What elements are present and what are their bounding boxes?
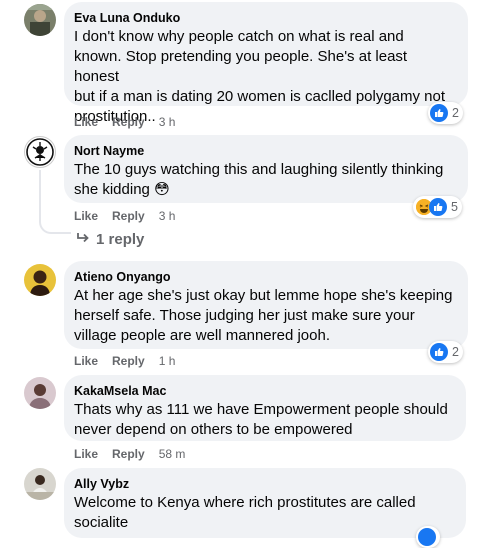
like-button[interactable]: Like bbox=[74, 209, 98, 223]
like-button[interactable]: Like bbox=[74, 115, 98, 129]
avatar[interactable] bbox=[24, 468, 56, 500]
reaction-count: 2 bbox=[452, 345, 459, 359]
like-button[interactable]: Like bbox=[74, 354, 98, 368]
like-icon bbox=[430, 343, 448, 361]
comment-author[interactable]: KakaMsela Mac bbox=[74, 383, 454, 399]
comment-bubble: Ally Vybz Welcome to Kenya where rich pr… bbox=[64, 468, 466, 538]
comment-actions: Like Reply 1 h bbox=[74, 354, 175, 368]
replies-count: 1 reply bbox=[96, 231, 145, 248]
like-icon bbox=[430, 104, 448, 122]
avatar[interactable] bbox=[24, 136, 56, 168]
comment-text: At her age she's just okay but lemme hop… bbox=[74, 287, 453, 344]
comment-bubble: Atieno Onyango At her age she's just oka… bbox=[64, 261, 468, 349]
comment-text: I don't know why people catch on what is… bbox=[74, 28, 446, 125]
like-icon bbox=[429, 198, 447, 216]
reply-arrow-icon bbox=[76, 231, 90, 248]
comment-author[interactable]: Atieno Onyango bbox=[74, 269, 456, 285]
reaction-summary[interactable]: 5 bbox=[413, 196, 462, 218]
reaction-summary[interactable] bbox=[416, 526, 440, 548]
comment-text: Welcome to Kenya where rich prostitutes … bbox=[74, 494, 416, 531]
flushed-emoji: 😳 bbox=[154, 181, 170, 198]
reaction-count: 5 bbox=[451, 200, 458, 214]
avatar[interactable] bbox=[24, 4, 56, 36]
comment-actions: Like Reply 3 h bbox=[74, 209, 175, 223]
comment-author[interactable]: Ally Vybz bbox=[74, 476, 454, 492]
reply-button[interactable]: Reply bbox=[112, 115, 145, 129]
comment-actions: Like Reply 58 m bbox=[74, 447, 185, 461]
view-replies-link[interactable]: 1 reply bbox=[76, 231, 144, 248]
avatar[interactable] bbox=[24, 377, 56, 409]
reply-button[interactable]: Reply bbox=[112, 447, 145, 461]
reply-button[interactable]: Reply bbox=[112, 209, 145, 223]
comment-text: Thats why as 111 we have Empowerment peo… bbox=[74, 401, 448, 438]
comment-timestamp[interactable]: 3 h bbox=[159, 209, 176, 223]
comment-timestamp[interactable]: 58 m bbox=[159, 447, 186, 461]
comment-bubble: KakaMsela Mac Thats why as 111 we have E… bbox=[64, 375, 466, 441]
comment-text: The 10 guys watching this and laughing s… bbox=[74, 161, 444, 198]
reaction-summary[interactable]: 2 bbox=[428, 102, 463, 124]
comment-actions: Like Reply 3 h bbox=[74, 115, 175, 129]
comment-bubble: Nort Nayme The 10 guys watching this and… bbox=[64, 135, 468, 203]
like-icon bbox=[418, 528, 436, 546]
like-button[interactable]: Like bbox=[74, 447, 98, 461]
comment-author[interactable]: Nort Nayme bbox=[74, 143, 456, 159]
reply-button[interactable]: Reply bbox=[112, 354, 145, 368]
comment-author[interactable]: Eva Luna Onduko bbox=[74, 10, 456, 26]
avatar[interactable] bbox=[24, 264, 56, 296]
comment-timestamp[interactable]: 1 h bbox=[159, 354, 176, 368]
reaction-summary[interactable]: 2 bbox=[428, 341, 463, 363]
comment-bubble: Eva Luna Onduko I don't know why people … bbox=[64, 2, 468, 125]
comment-timestamp[interactable]: 3 h bbox=[159, 115, 176, 129]
reaction-count: 2 bbox=[452, 106, 459, 120]
